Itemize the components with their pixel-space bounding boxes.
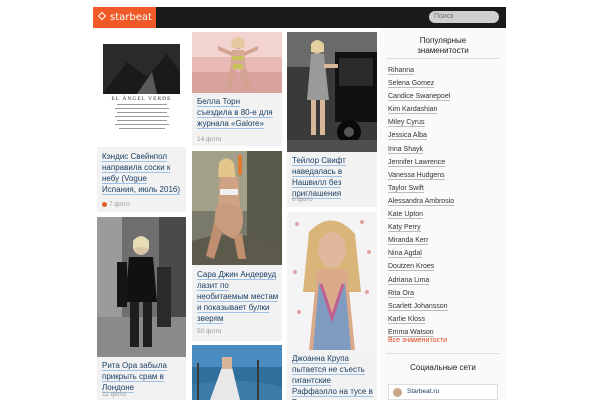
article-card[interactable]: Рита Ора забыла прикрыть срам в Лондоне … [97,217,186,400]
social-page-name[interactable]: Starbeat.ru [407,388,439,395]
taylor-swift-photo [287,32,377,152]
article-thumbnail[interactable] [287,32,377,152]
celebrity-link[interactable]: Karlie Kloss [388,314,498,327]
social-networks-title: Социальные сети [410,363,476,372]
article-title[interactable]: Тейлор Свифт наведалась в Нашвилл без пр… [292,155,374,199]
search-input[interactable] [429,11,499,23]
logo-diamond-icon [97,11,107,21]
celebrity-link[interactable]: Nina Agdal [388,248,498,261]
celebrity-link[interactable]: Miranda Kerr [388,235,498,248]
rita-ora-photo [97,217,186,357]
article-title[interactable]: Рита Ора забыла прикрыть срам в Лондоне [102,360,184,393]
article-thumbnail[interactable] [192,151,282,265]
sidebar-divider [386,58,500,59]
sidebar: Популярные знаменитости Rihanna Selena G… [380,28,506,400]
photo-count: 6 фото [292,196,313,203]
popular-celebrities-title: Популярные знаменитости [417,36,469,55]
article-title[interactable]: Сара Джин Андервуд лазит по необитаемым … [197,269,279,324]
article-thumbnail[interactable] [97,217,186,357]
photo-count: 11 фото [102,391,126,398]
article-card[interactable]: Тейлор Свифт наведалась в Нашвилл без пр… [287,32,377,207]
article-card[interactable]: Сара Джин Андервуд лазит по необитаемым … [192,151,282,341]
top-navigation-bar: starbeat [93,7,506,28]
sara-underwood-photo [192,151,282,265]
magazine-page-image [97,32,186,147]
celebrity-link[interactable]: Alessandra Ambrosio [388,196,498,209]
celebrity-link[interactable]: Vanessa Hudgens [388,170,498,183]
celebrity-link[interactable]: Adriana Lima [388,275,498,288]
article-thumbnail[interactable] [287,212,377,350]
article-title[interactable]: Белла Торн съездила в 80-е для журнала «… [197,96,277,129]
logo-text: starbeat [110,12,152,23]
photo-count: 7 фото [102,201,130,208]
celebrity-link[interactable]: Kim Kardashian [388,104,498,117]
celebrity-link[interactable]: Taylor Swift [388,183,498,196]
celebrity-link[interactable]: Candice Swanepoel [388,91,498,104]
fire-icon [102,201,107,207]
avatar [393,388,402,397]
celebrity-link[interactable]: Doutzen Kroes [388,261,498,274]
article-card[interactable] [192,345,282,400]
article-thumbnail[interactable] [192,345,282,400]
social-widget[interactable]: Starbeat.ru [388,384,498,400]
celebrity-link[interactable]: Scarlett Johansson [388,301,498,314]
article-thumbnail[interactable]: EL ÁNGEL VERDE [97,32,186,147]
article-title[interactable]: Кэндис Свейнпол направила соски к небу (… [102,151,182,195]
celebrity-link[interactable]: Miley Cyrus [388,117,498,130]
sidebar-divider [386,353,500,354]
beach-photo [192,345,282,400]
photo-count: 50 фото [197,328,222,335]
article-title[interactable]: Джоанна Крупа пытается не съесть гигантс… [292,353,374,400]
photo-count: 14 фото [197,136,222,143]
celebrity-link[interactable]: Irina Shayk [388,144,498,157]
article-card[interactable]: EL ÁNGEL VERDE Кэндис Свейнпол направила… [97,32,186,212]
celebrity-link[interactable]: Katy Perry [388,222,498,235]
celebrity-link[interactable]: Rihanna [388,65,498,78]
article-card[interactable]: Джоанна Крупа пытается не съесть гигантс… [287,212,377,400]
celebrity-link[interactable]: Jessica Alba [388,130,498,143]
article-thumbnail[interactable] [192,32,282,93]
magazine-caption: EL ÁNGEL VERDE [111,96,172,102]
celebrity-link[interactable]: Kate Upton [388,209,498,222]
all-celebrities-link[interactable]: Все знаменитости [388,337,447,344]
bella-thorne-photo [192,32,282,93]
celebrity-link[interactable]: Jennifer Lawrence [388,157,498,170]
joanna-krupa-photo [287,212,377,350]
article-card[interactable]: Белла Торн съездила в 80-е для журнала «… [192,32,282,146]
celebrity-link[interactable]: Rita Ora [388,288,498,301]
celebrity-list: Rihanna Selena Gomez Candice Swanepoel K… [388,65,498,340]
site-logo[interactable]: starbeat [93,7,156,28]
celebrity-link[interactable]: Selena Gomez [388,78,498,91]
